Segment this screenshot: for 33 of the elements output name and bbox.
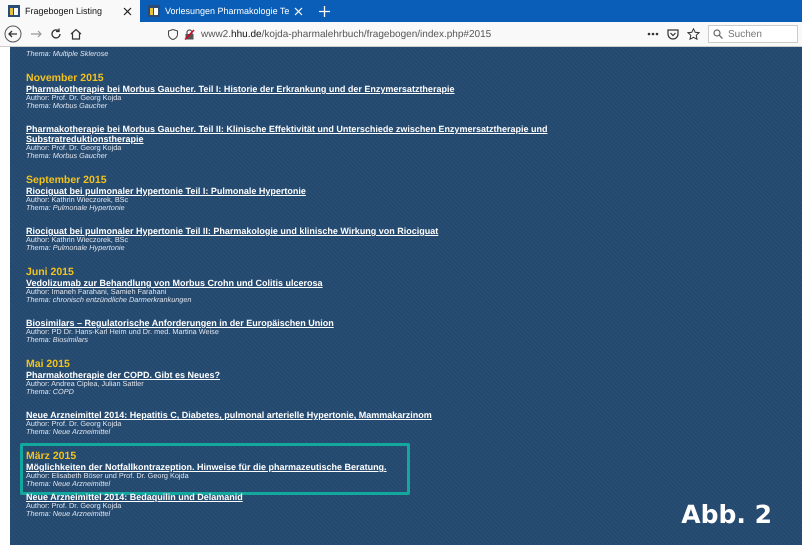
forward-icon[interactable] xyxy=(30,28,42,40)
month-heading: September 2015 xyxy=(26,174,108,186)
browser-tab[interactable]: Vorlesungen Pharmakologie Te xyxy=(140,0,312,22)
search-field[interactable]: Suchen xyxy=(708,25,798,43)
home-icon[interactable] xyxy=(70,28,82,40)
close-tab-icon[interactable] xyxy=(123,6,132,16)
month-heading: März 2015 xyxy=(26,450,78,462)
article-link[interactable]: Pharmakotherapie bei Morbus Gaucher. Teil I: Historie der Erkrankung und der Enzymersatztherapie xyxy=(26,84,556,94)
new-tab-icon[interactable] xyxy=(319,6,330,16)
reload-icon[interactable] xyxy=(50,28,62,40)
more-icon[interactable] xyxy=(647,32,659,36)
month-heading: November 2015 xyxy=(26,72,105,84)
article-link[interactable]: Neue Arzneimittel 2014: Bedaquilin und Delamanid xyxy=(26,492,243,502)
site-favicon-icon xyxy=(8,5,20,17)
article-link[interactable]: Pharmakotherapie bei Morbus Gaucher. Teil II: Klinische Effektivität und Unterschiede zwischen Enzymersatztherapie und Substratreduktionstherapie xyxy=(26,124,556,144)
pocket-icon[interactable] xyxy=(667,28,679,40)
article-link[interactable]: Pharmakotherapie der COPD. Gibt es Neues? xyxy=(26,370,432,380)
article-link[interactable]: Vedolizumab zur Behandlung von Morbus Crohn und Colitis ulcerosa xyxy=(26,278,334,288)
insecure-lock-icon[interactable] xyxy=(184,28,195,40)
month-heading: Mai 2015 xyxy=(26,358,71,370)
browser-tab[interactable]: Fragebogen Listing xyxy=(0,0,140,22)
back-icon[interactable] xyxy=(4,25,22,43)
article-link[interactable]: Möglichkeiten der Notfallkontrazeption. Hinweise für die pharmazeutische Beratung. xyxy=(26,462,387,472)
month-heading: Juni 2015 xyxy=(26,266,75,278)
article-link[interactable]: Neue Arzneimittel 2014: Hepatitis C, Diabetes, pulmonal arterielle Hypertonie, Mammakarzinom xyxy=(26,410,432,420)
article-link[interactable]: Biosimilars – Regulatorische Anforderungen in der Europäischen Union xyxy=(26,318,334,328)
shield-icon[interactable] xyxy=(168,28,178,40)
article-link[interactable]: Riociguat bei pulmonaler Hypertonie Teil II: Pharmakologie und klinische Wirkung von Riociguat xyxy=(26,226,438,236)
address-url[interactable]: www2.hhu.de/kojda-pharmalehrbuch/fragebogen/index.php#2015 xyxy=(201,28,492,40)
site-favicon-icon xyxy=(148,5,160,17)
star-icon[interactable] xyxy=(687,28,700,40)
article-link[interactable]: Riociguat bei pulmonaler Hypertonie Teil I: Pulmonale Hypertonie xyxy=(26,186,438,196)
figure-label: Abb. 2 xyxy=(681,500,772,529)
